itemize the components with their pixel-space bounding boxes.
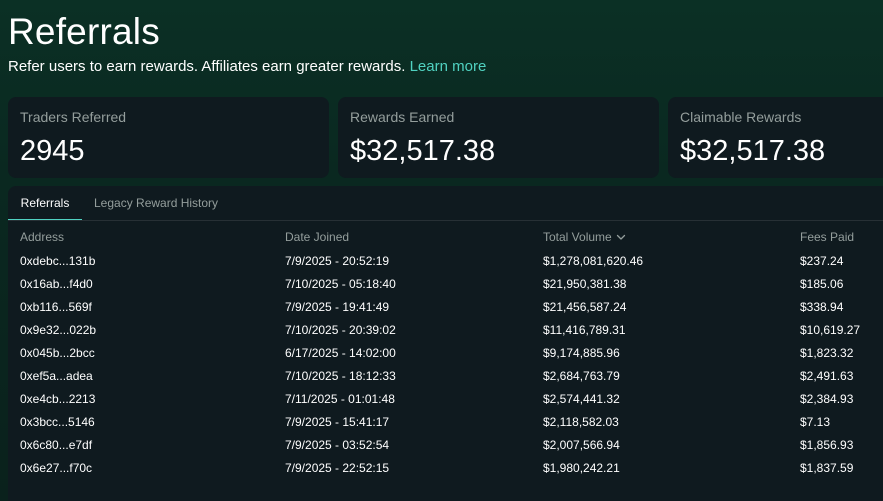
page-subtitle: Refer users to earn rewards. Affiliates … — [8, 58, 486, 76]
column-header-fees-paid[interactable]: Fees Paid — [800, 230, 854, 244]
subtitle-text: Refer users to earn rewards. Affiliates … — [8, 58, 406, 75]
date-joined-cell: 7/9/2025 - 19:41:49 — [285, 300, 390, 314]
table-row: 0x16ab...f4d0 7/10/2025 - 05:18:40 $21,950… — [8, 277, 883, 300]
fees-paid-cell: $185.06 — [800, 277, 844, 291]
total-volume-cell: $1,980,242.21 — [543, 461, 620, 475]
fees-paid-cell: $7.13 — [800, 415, 831, 429]
rewards-earned-value: $32,517.38 — [350, 135, 496, 167]
chevron-down-icon — [616, 234, 625, 240]
total-volume-cell: $21,950,381.38 — [543, 277, 627, 291]
column-header-total-volume[interactable]: Total Volume — [543, 230, 626, 244]
date-joined-cell: 7/9/2025 - 15:41:17 — [285, 415, 390, 429]
fees-paid-cell: $338.94 — [800, 300, 844, 314]
column-header-address[interactable]: Address — [20, 230, 64, 244]
referrals-panel: Referrals Legacy Reward History Address … — [8, 186, 883, 501]
table-row: 0x6e27...f70c 7/9/2025 - 22:52:15 $1,980,2… — [8, 461, 883, 484]
fees-paid-cell: $2,384.93 — [800, 392, 854, 406]
date-joined-cell: 6/17/2025 - 14:02:00 — [285, 346, 396, 360]
date-joined-cell: 7/9/2025 - 20:52:19 — [285, 254, 390, 268]
table-row: 0x045b...2bcc 6/17/2025 - 14:02:00 $9,174,… — [8, 346, 883, 369]
table-row: 0x3bcc...5146 7/9/2025 - 15:41:17 $2,118,5… — [8, 415, 883, 438]
table-row: 0xb116...569f 7/9/2025 - 19:41:49 $21,456,… — [8, 300, 883, 323]
fees-paid-cell: $1,823.32 — [800, 346, 854, 360]
fees-paid-cell: $1,837.59 — [800, 461, 854, 475]
fees-paid-cell: $1,856.93 — [800, 438, 854, 452]
fees-paid-cell: $237.24 — [800, 254, 844, 268]
address-cell: 0x045b...2bcc — [20, 346, 95, 360]
total-volume-cell: $2,684,763.79 — [543, 369, 620, 383]
table-row: 0xef5a...adea 7/10/2025 - 18:12:33 $2,684,… — [8, 369, 883, 392]
tab-bar: Referrals Legacy Reward History — [8, 186, 883, 221]
table-row: 0x9e32...022b 7/10/2025 - 20:39:02 $11,416… — [8, 323, 883, 346]
total-volume-cell: $2,007,566.94 — [543, 438, 620, 452]
date-joined-cell: 7/9/2025 - 22:52:15 — [285, 461, 390, 475]
traders-referred-value: 2945 — [20, 135, 85, 167]
total-volume-cell: $2,574,441.32 — [543, 392, 620, 406]
total-volume-cell: $1,278,081,620.46 — [543, 254, 644, 268]
address-cell: 0x9e32...022b — [20, 323, 97, 337]
total-volume-cell: $11,416,789.31 — [543, 323, 626, 337]
rewards-earned-card: Rewards Earned $32,517.38 — [338, 97, 659, 178]
table-row: 0xe4cb...2213 7/11/2025 - 01:01:48 $2,574,… — [8, 392, 883, 415]
date-joined-cell: 7/11/2025 - 01:01:48 — [285, 392, 395, 406]
address-cell: 0x6c80...e7df — [20, 438, 93, 452]
date-joined-cell: 7/10/2025 - 20:39:02 — [285, 323, 396, 337]
page-title: Referrals — [8, 11, 160, 52]
traders-referred-card: Traders Referred 2945 — [8, 97, 329, 178]
tab-legacy-reward-history[interactable]: Legacy Reward History — [94, 186, 218, 220]
date-joined-cell: 7/10/2025 - 18:12:33 — [285, 369, 396, 383]
claimable-rewards-card: Claimable Rewards $32,517.38 — [668, 97, 883, 178]
fees-paid-cell: $2,491.63 — [800, 369, 854, 383]
learn-more-link[interactable]: Learn more — [410, 58, 487, 75]
rewards-earned-label: Rewards Earned — [350, 109, 455, 125]
address-cell: 0x6e27...f70c — [20, 461, 93, 475]
address-cell: 0x3bcc...5146 — [20, 415, 95, 429]
address-cell: 0xe4cb...2213 — [20, 392, 96, 406]
fees-paid-cell: $10,619.27 — [800, 323, 861, 337]
address-cell: 0xb116...569f — [20, 300, 92, 314]
address-cell: 0xef5a...adea — [20, 369, 93, 383]
date-joined-cell: 7/10/2025 - 05:18:40 — [285, 277, 396, 291]
total-volume-cell: $2,118,582.03 — [543, 415, 619, 429]
tab-referrals[interactable]: Referrals — [8, 186, 82, 220]
address-cell: 0xdebc...131b — [20, 254, 96, 268]
total-volume-cell: $21,456,587.24 — [543, 300, 627, 314]
traders-referred-label: Traders Referred — [20, 109, 127, 125]
claimable-rewards-label: Claimable Rewards — [680, 109, 802, 125]
claimable-rewards-value: $32,517.38 — [680, 135, 826, 167]
address-cell: 0x16ab...f4d0 — [20, 277, 93, 291]
column-header-date-joined[interactable]: Date Joined — [285, 230, 349, 244]
date-joined-cell: 7/9/2025 - 03:52:54 — [285, 438, 390, 452]
table-row: 0x6c80...e7df 7/9/2025 - 03:52:54 $2,007,5… — [8, 438, 883, 461]
total-volume-cell: $9,174,885.96 — [543, 346, 620, 360]
column-header-total-volume-label: Total Volume — [543, 230, 612, 244]
table-row: 0xdebc...131b 7/9/2025 - 20:52:19 $1,278,0… — [8, 254, 883, 277]
